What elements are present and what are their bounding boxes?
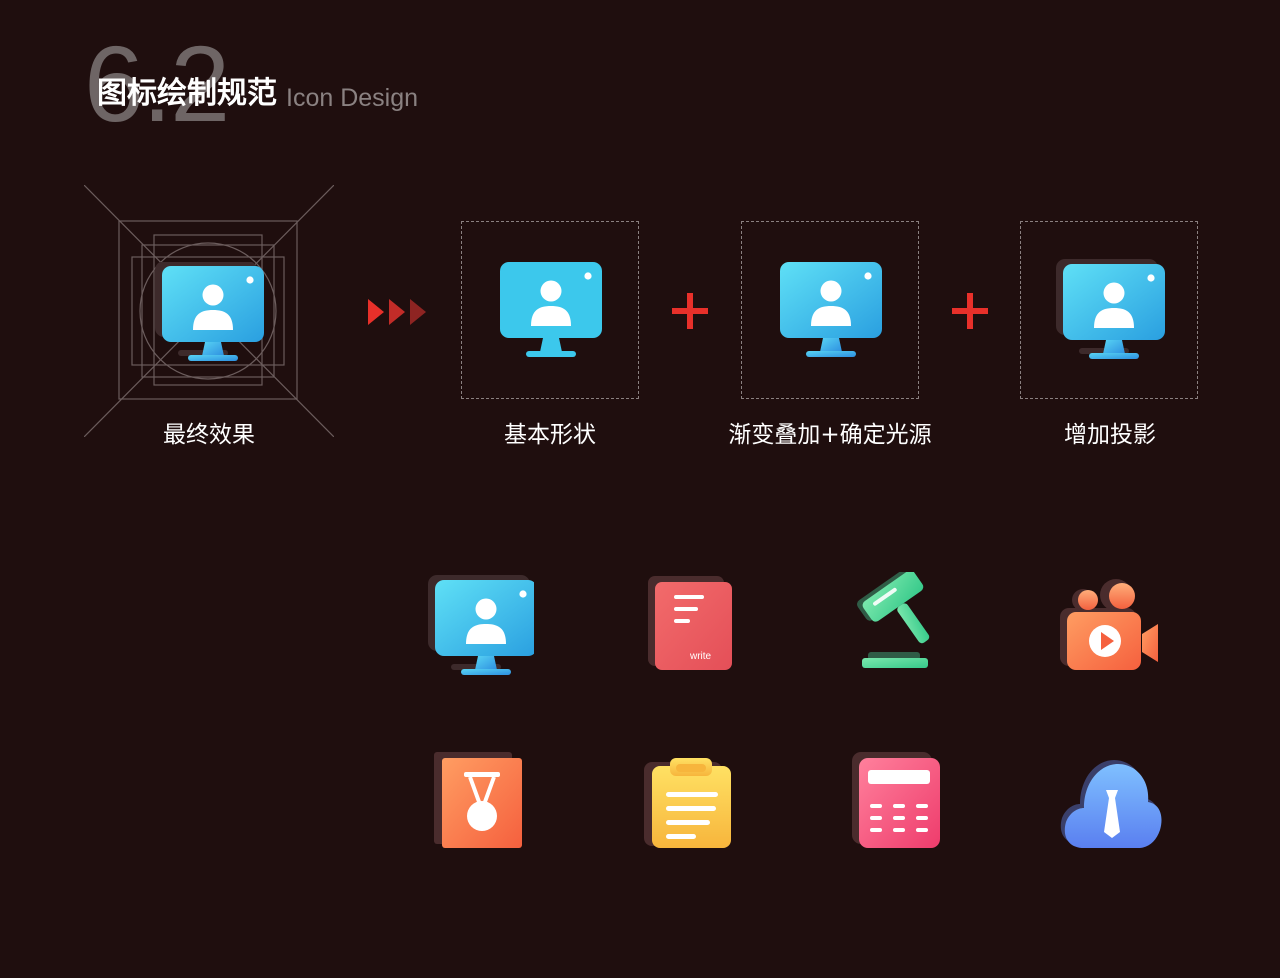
step-label-shadow: 增加投影: [1064, 422, 1156, 448]
clipboard-icon: [644, 758, 731, 848]
gavel-icon: [857, 572, 930, 668]
cloud-tie-icon: [1060, 760, 1162, 848]
pendant-card-icon: [434, 752, 522, 848]
final-monitor-icon: [154, 262, 266, 366]
plus-icon: [952, 293, 988, 329]
step-label-gradient: 渐变叠加+确定光源: [728, 422, 932, 448]
page-subtitle: Icon Design: [286, 84, 419, 112]
write-text: write: [689, 651, 712, 662]
basic-monitor-icon: [500, 262, 602, 357]
triple-arrow-icon: [368, 299, 426, 325]
calculator-icon: [852, 752, 940, 848]
write-document-icon: write: [648, 576, 732, 670]
gradient-monitor-icon: [780, 262, 882, 357]
shadow-monitor-icon: [1054, 258, 1168, 364]
page-title: 图标绘制规范: [97, 76, 277, 111]
monitor-user-icon: [426, 574, 534, 676]
step-label-basic: 基本形状: [504, 422, 596, 448]
step-label-final: 最终效果: [163, 422, 255, 448]
video-camera-icon: [1060, 579, 1158, 670]
plus-icon: [672, 293, 708, 329]
